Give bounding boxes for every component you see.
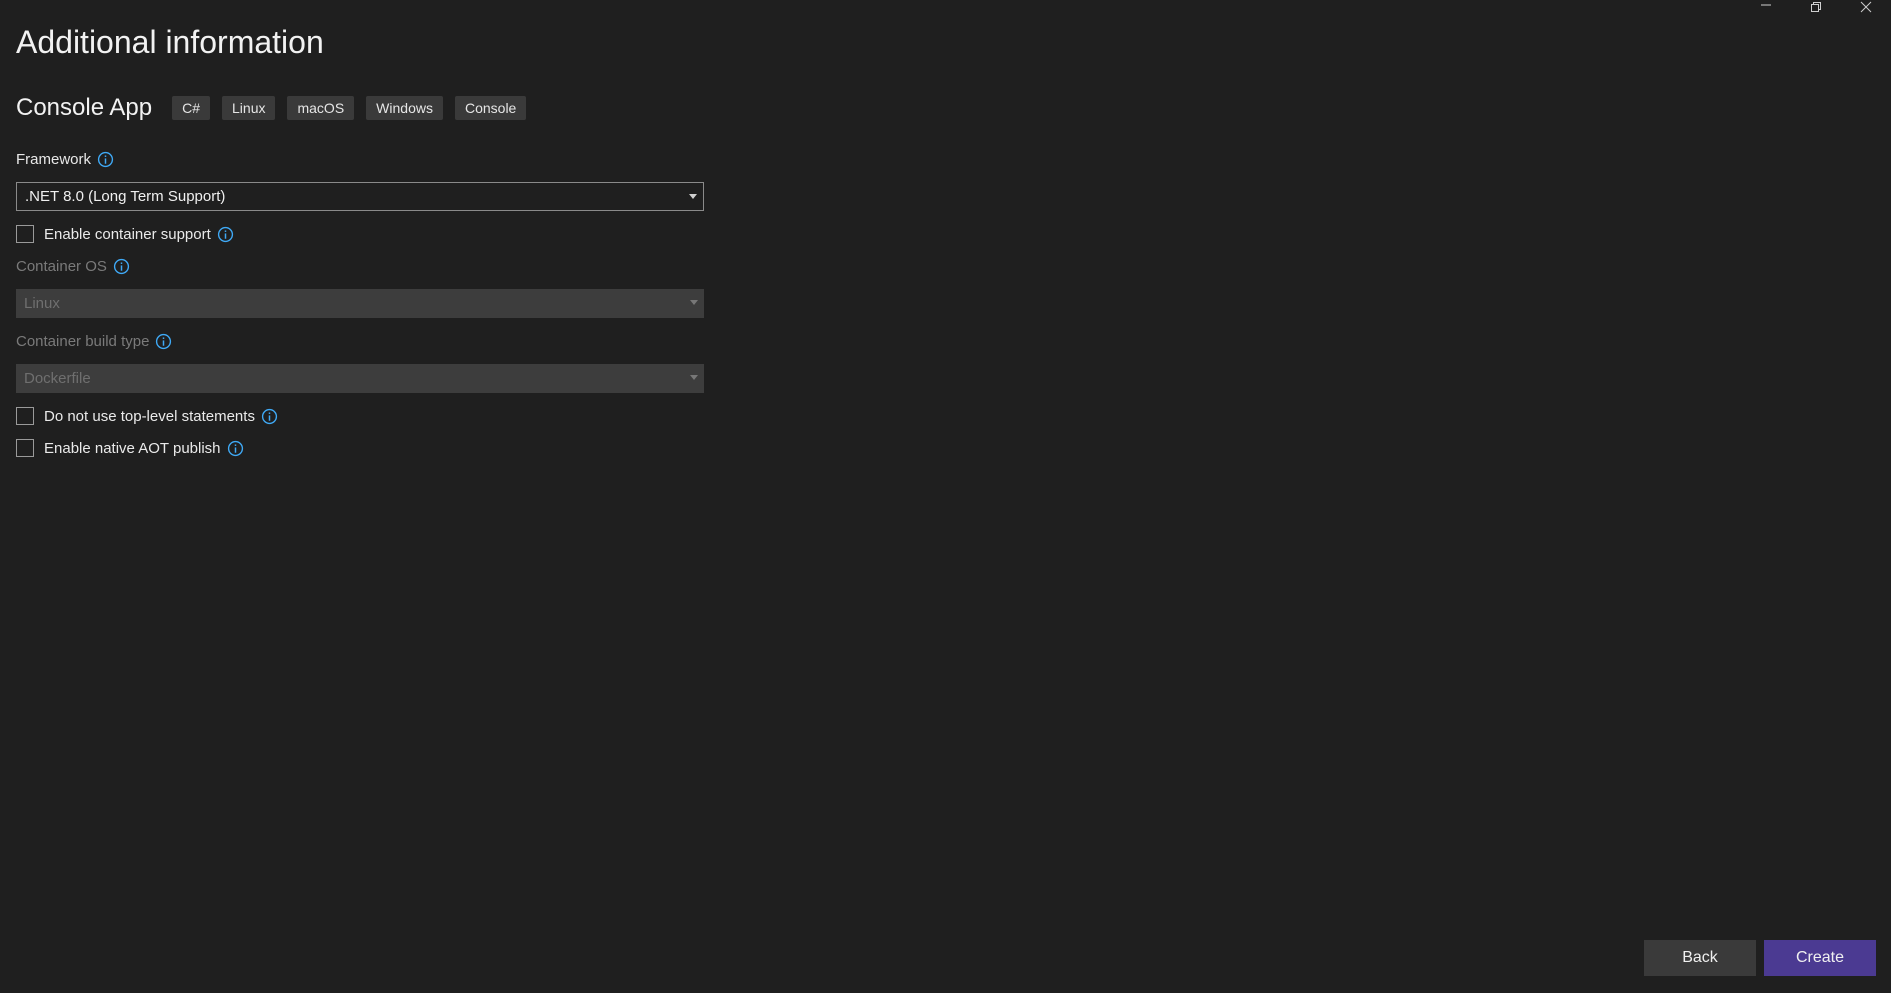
chevron-down-icon bbox=[690, 300, 698, 305]
native-aot-checkbox[interactable] bbox=[16, 439, 34, 457]
info-icon[interactable] bbox=[227, 440, 244, 457]
container-build-type-label: Container build type bbox=[16, 333, 172, 350]
info-icon[interactable] bbox=[155, 333, 172, 350]
template-name: Console App bbox=[16, 94, 153, 121]
container-os-select-value: Linux bbox=[24, 295, 60, 312]
native-aot-label: Enable native AOT publish bbox=[44, 439, 221, 457]
tag-linux: Linux bbox=[222, 96, 276, 120]
close-icon bbox=[1860, 1, 1872, 13]
top-level-statements-label: Do not use top-level statements bbox=[44, 407, 255, 425]
framework-label: Framework bbox=[16, 151, 114, 168]
restore-icon bbox=[1811, 2, 1821, 12]
info-icon[interactable] bbox=[113, 258, 130, 275]
top-level-statements-checkbox[interactable] bbox=[16, 407, 34, 425]
container-support-checkbox[interactable] bbox=[16, 225, 34, 243]
container-os-label-text: Container OS bbox=[16, 258, 107, 275]
framework-select[interactable]: .NET 8.0 (Long Term Support) bbox=[16, 182, 704, 211]
template-row: Console App C# Linux macOS Windows Conso… bbox=[16, 94, 538, 122]
chevron-down-icon bbox=[689, 194, 697, 199]
tag-console: Console bbox=[454, 96, 527, 120]
native-aot-row: Enable native AOT publish bbox=[16, 439, 244, 457]
container-os-select[interactable]: Linux bbox=[16, 289, 704, 318]
chevron-down-icon bbox=[690, 375, 698, 380]
back-button[interactable]: Back bbox=[1644, 940, 1756, 976]
tag-macos: macOS bbox=[287, 96, 355, 120]
container-build-type-select-value: Dockerfile bbox=[24, 370, 91, 387]
container-os-label: Container OS bbox=[16, 258, 130, 275]
info-icon[interactable] bbox=[261, 408, 278, 425]
minimize-icon bbox=[1761, 4, 1771, 6]
tag-windows: Windows bbox=[366, 96, 443, 120]
restore-button[interactable] bbox=[1791, 0, 1841, 14]
container-build-type-label-text: Container build type bbox=[16, 333, 150, 350]
top-level-statements-row: Do not use top-level statements bbox=[16, 407, 278, 425]
container-build-type-select[interactable]: Dockerfile bbox=[16, 364, 704, 393]
window-controls bbox=[1741, 0, 1891, 14]
close-button[interactable] bbox=[1841, 0, 1891, 14]
info-icon[interactable] bbox=[97, 151, 114, 168]
minimize-button[interactable] bbox=[1741, 0, 1791, 14]
create-button[interactable]: Create bbox=[1764, 940, 1876, 976]
container-support-row: Enable container support bbox=[16, 225, 234, 243]
info-icon[interactable] bbox=[217, 226, 234, 243]
tag-csharp: C# bbox=[172, 96, 211, 120]
framework-select-value: .NET 8.0 (Long Term Support) bbox=[25, 188, 226, 205]
framework-label-text: Framework bbox=[16, 151, 92, 168]
container-support-label: Enable container support bbox=[44, 225, 211, 243]
page-title: Additional information bbox=[16, 24, 324, 60]
